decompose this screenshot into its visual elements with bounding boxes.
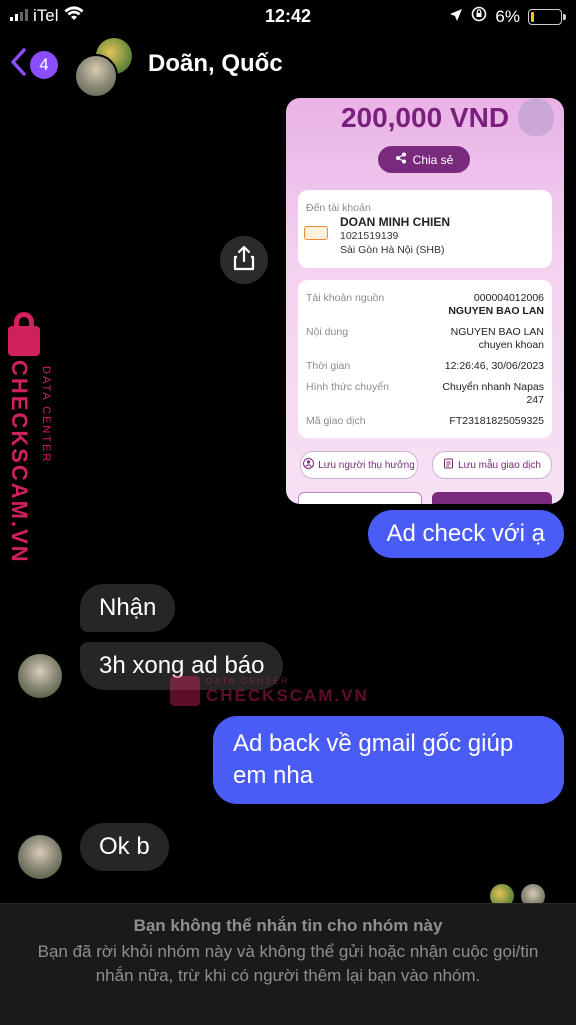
cannot-message-notice: Bạn không thể nhắn tin cho nhóm này Bạn …: [0, 903, 576, 1025]
share-icon: [232, 245, 256, 276]
receipt-bottom-button-left: [298, 492, 422, 504]
source-account-name: NGUYEN BAO LAN: [448, 305, 544, 317]
message-bubble-incoming[interactable]: Ok b: [80, 823, 169, 871]
sender-avatar[interactable]: [18, 835, 62, 879]
watermark-brand: CHECKSCAM.VN: [7, 360, 32, 564]
method-label: Hình thức chuyển: [306, 381, 389, 393]
group-avatar[interactable]: [74, 38, 134, 98]
content-label: Nội dung: [306, 326, 349, 338]
mascot-image: [518, 98, 554, 136]
save-template-button: Lưu mẫu giao dịch: [432, 451, 552, 479]
message-line: Ad back về gmail gốc giúp: [233, 730, 514, 757]
share-image-button[interactable]: [220, 236, 268, 284]
message-line: em nha: [233, 762, 314, 789]
method-value-1: Chuyển nhanh Napas: [442, 381, 544, 393]
status-bar: iTel 12:42 6%: [0, 0, 576, 34]
time-label: Thời gian: [306, 360, 351, 372]
method-value-2: 247: [526, 394, 544, 406]
status-right: 6%: [449, 6, 566, 27]
unread-count-badge: 4: [30, 50, 58, 79]
chat-title[interactable]: Doãn, Quốc: [148, 50, 283, 78]
content-value-2: chuyen khoan: [478, 339, 544, 351]
message-bubble-outgoing[interactable]: Ad check với ạ: [367, 510, 564, 558]
receipt-bottom-button-right: [432, 492, 552, 504]
txid-value: FT23181825059325: [449, 415, 544, 427]
shb-bank-logo: [304, 226, 328, 240]
watermark-sub: DATA CENTER: [40, 366, 52, 464]
receipt-share-label: Chia sẻ: [412, 152, 454, 167]
checkscam-watermark-faint: DATA CENTER CHECKSCAM.VN: [170, 676, 369, 706]
save-template-label: Lưu mẫu giao dịch: [458, 459, 541, 471]
recipient-name: DOAN MINH CHIEN: [340, 215, 450, 229]
sender-avatar[interactable]: [18, 654, 62, 698]
source-account-number: 000004012006: [473, 292, 544, 304]
checkscam-watermark: CHECKSCAM.VN DATA CENTER: [6, 310, 66, 564]
share-nodes-icon: [395, 152, 407, 167]
notice-title: Bạn không thể nhắn tin cho nhóm này: [133, 916, 443, 935]
time-value: 12:26:46, 30/06/2023: [444, 360, 544, 372]
to-account-label: Đến tài khoản: [306, 202, 371, 214]
person-icon: [303, 458, 315, 472]
save-recipient-label: Lưu người thụ hưởng: [318, 459, 415, 471]
notice-description: Bạn đã rời khỏi nhóm này và không thể gử…: [37, 942, 539, 985]
txid-label: Mã giao dịch: [306, 415, 366, 427]
template-icon: [443, 458, 454, 472]
watermark-brand-faint: CHECKSCAM.VN: [206, 686, 369, 705]
chevron-left-icon: [10, 48, 26, 81]
lock-icon: [170, 676, 200, 706]
battery-icon: [528, 8, 566, 25]
group-avatar-image-2: [74, 54, 118, 98]
orientation-lock-icon: [471, 6, 487, 27]
lock-icon: [8, 326, 40, 356]
content-value-1: NGUYEN BAO LAN: [450, 326, 544, 338]
recipient-bank: Sài Gòn Hà Nội (SHB): [340, 244, 445, 256]
chat-header: 4 Doãn, Quốc: [0, 34, 576, 98]
message-bubble-outgoing-multiline[interactable]: Ad back về gmail gốc giúp em nha: [213, 716, 564, 804]
source-account-label: Tài khoản nguồn: [306, 292, 385, 304]
recipient-account: 1021519139: [340, 230, 399, 242]
back-button[interactable]: 4: [10, 48, 58, 81]
transaction-details-box: Tài khoản nguồn 000004012006 NGUYEN BAO …: [298, 280, 552, 438]
transfer-receipt-image[interactable]: 200,000 VND Chia sẻ Đến tài khoản DOAN M…: [286, 98, 564, 504]
message-bubble-incoming[interactable]: Nhận: [80, 584, 176, 632]
receipt-share-button: Chia sẻ: [378, 146, 470, 173]
location-arrow-icon: [449, 7, 463, 27]
recipient-box: Đến tài khoản DOAN MINH CHIEN 1021519139…: [298, 190, 552, 268]
save-recipient-button: Lưu người thụ hưởng: [300, 451, 418, 479]
watermark-sub-faint: DATA CENTER: [206, 676, 290, 686]
battery-percent: 6%: [495, 6, 520, 26]
